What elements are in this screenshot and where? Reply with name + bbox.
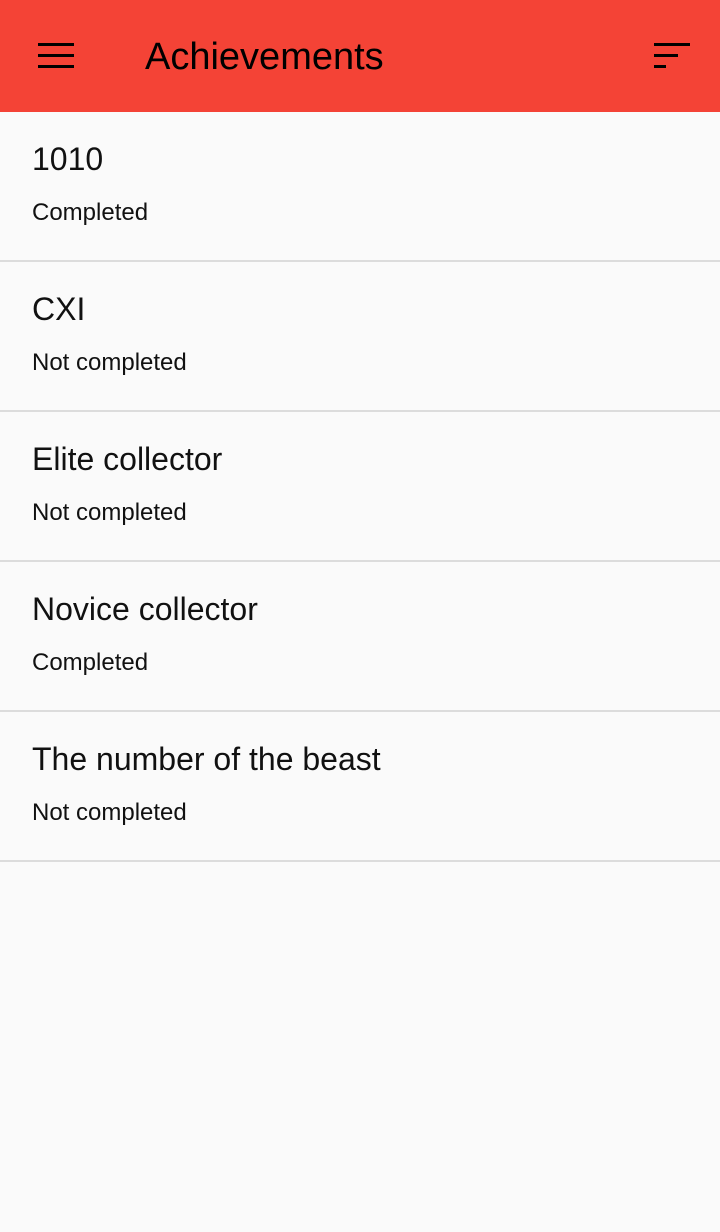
sort-icon [654,43,690,68]
page-title: Achievements [145,36,384,78]
achievement-status: Not completed [32,349,187,376]
menu-button[interactable] [24,30,88,82]
achievement-name: CXI [32,291,86,327]
achievement-name: Novice collector [32,591,258,627]
achievement-status: Completed [32,649,149,676]
achievement-name: The number of the beast [32,741,381,777]
achievement-status: Not completed [32,799,187,826]
menu-icon [38,43,74,68]
achievements-list: 1010 Completed CXI Not completed Elite c… [0,112,720,862]
achievement-item[interactable]: The number of the beast Not completed [0,712,720,862]
achievement-item[interactable]: Novice collector Completed [0,562,720,712]
app-bar: Achievements [0,0,720,112]
sort-button[interactable] [640,30,704,82]
achievement-status: Completed [32,199,149,226]
achievement-name: Elite collector [32,441,223,477]
achievement-name: 1010 [32,141,104,177]
achievement-status: Not completed [32,499,187,526]
achievement-item[interactable]: Elite collector Not completed [0,412,720,562]
achievement-item[interactable]: CXI Not completed [0,262,720,412]
achievement-item[interactable]: 1010 Completed [0,112,720,262]
